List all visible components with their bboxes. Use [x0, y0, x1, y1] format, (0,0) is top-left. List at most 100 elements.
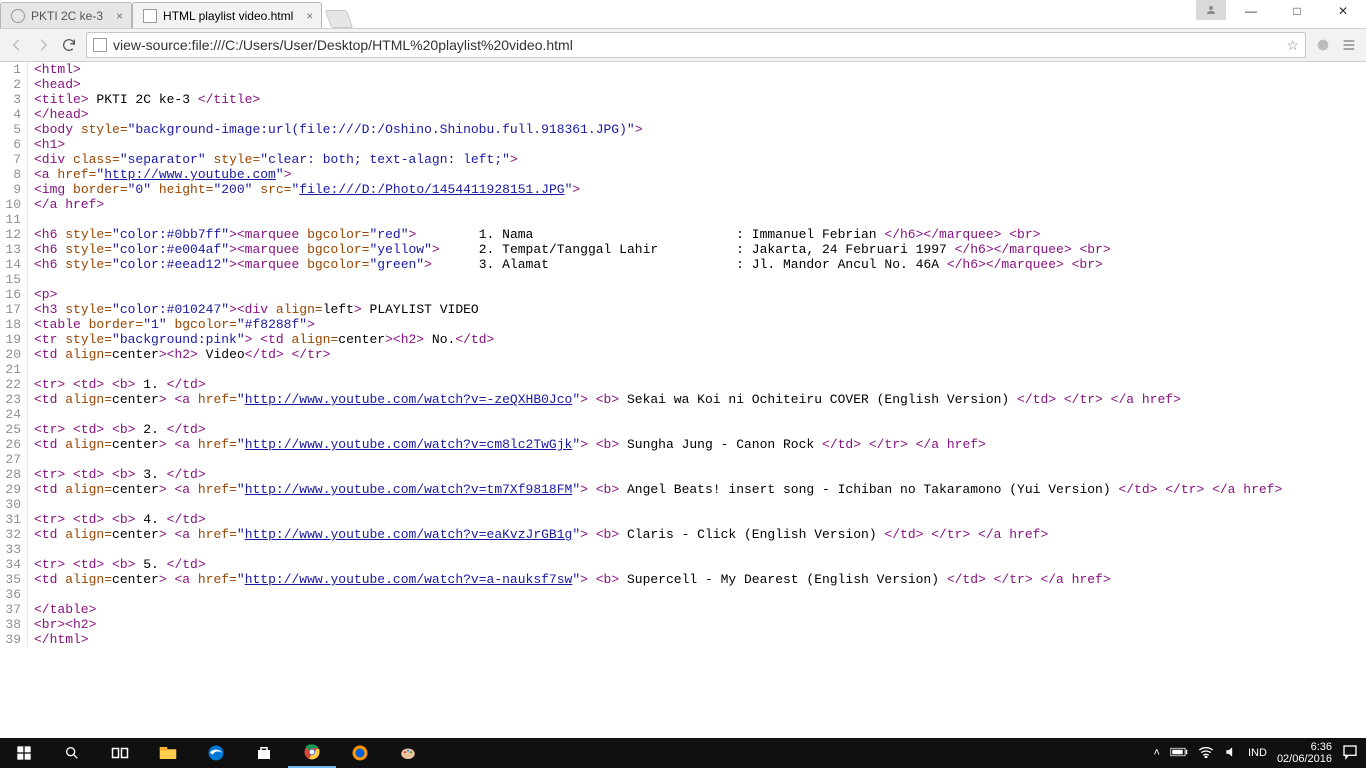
line-code[interactable]: <title> PKTI 2C ke-3 </title>: [28, 92, 260, 107]
source-line: 3<title> PKTI 2C ke-3 </title>: [0, 92, 1366, 107]
source-link[interactable]: file:///D:/Photo/1454411928151.JPG: [299, 182, 564, 197]
tab-inactive[interactable]: PKTI 2C ke-3 ×: [0, 2, 132, 28]
minimize-button[interactable]: —: [1228, 0, 1274, 22]
line-code[interactable]: [28, 497, 34, 512]
tray-up-icon[interactable]: ˄: [1154, 747, 1160, 759]
source-line: 20<td align=center><h2> Video</td> </tr>: [0, 347, 1366, 362]
line-number: 28: [0, 467, 28, 482]
line-code[interactable]: <h1>: [28, 137, 65, 152]
firefox-icon[interactable]: [336, 738, 384, 768]
action-center-icon[interactable]: [1342, 744, 1358, 763]
line-code[interactable]: <a href="http://www.youtube.com">: [28, 167, 292, 182]
edge-icon[interactable]: [192, 738, 240, 768]
line-code[interactable]: [28, 362, 34, 377]
task-view-icon[interactable]: [96, 738, 144, 768]
source-line: 1<html>: [0, 62, 1366, 77]
line-code[interactable]: <body style="background-image:url(file:/…: [28, 122, 643, 137]
window-controls: — □ ✕: [1196, 0, 1366, 22]
source-link[interactable]: http://www.youtube.com: [104, 167, 276, 182]
line-number: 11: [0, 212, 28, 227]
profile-button[interactable]: [1196, 0, 1226, 20]
close-button[interactable]: ✕: [1320, 0, 1366, 22]
chrome-icon[interactable]: [288, 738, 336, 768]
back-button[interactable]: [8, 36, 26, 54]
source-line: 26<td align=center> <a href="http://www.…: [0, 437, 1366, 452]
bookmark-icon[interactable]: ☆: [1286, 37, 1299, 54]
line-code[interactable]: </a href>: [28, 197, 104, 212]
source-line: 13<h6 style="color:#e004af"><marquee bgc…: [0, 242, 1366, 257]
start-button[interactable]: [0, 738, 48, 768]
store-icon[interactable]: [240, 738, 288, 768]
system-tray[interactable]: ˄ IND 6:36 02/06/2016: [1154, 741, 1366, 765]
line-number: 15: [0, 272, 28, 287]
tab-close-icon[interactable]: ×: [306, 9, 313, 23]
line-number: 6: [0, 137, 28, 152]
line-code[interactable]: <html>: [28, 62, 81, 77]
menu-icon[interactable]: [1340, 36, 1358, 54]
line-number: 14: [0, 257, 28, 272]
line-code[interactable]: <h6 style="color:#0bb7ff"><marquee bgcol…: [28, 227, 1040, 242]
source-line: 15: [0, 272, 1366, 287]
source-link[interactable]: http://www.youtube.com/watch?v=cm8lc2TwG…: [245, 437, 573, 452]
tab-close-icon[interactable]: ×: [116, 9, 123, 23]
line-code[interactable]: [28, 212, 34, 227]
line-code[interactable]: <tr> <td> <b> 3. </td>: [28, 467, 206, 482]
source-link[interactable]: http://www.youtube.com/watch?v=eaKvzJrGB…: [245, 527, 573, 542]
line-number: 5: [0, 122, 28, 137]
line-code[interactable]: </html>: [28, 632, 89, 647]
language-indicator[interactable]: IND: [1248, 747, 1267, 759]
line-code[interactable]: <h6 style="color:#eead12"><marquee bgcol…: [28, 257, 1103, 272]
search-icon[interactable]: [48, 738, 96, 768]
file-icon: [93, 38, 107, 52]
tab-label: HTML playlist video.html: [163, 9, 293, 23]
line-code[interactable]: <td align=center> <a href="http://www.yo…: [28, 482, 1282, 497]
line-code[interactable]: <td align=center> <a href="http://www.yo…: [28, 392, 1181, 407]
battery-icon: [1170, 747, 1188, 760]
source-line: 21: [0, 362, 1366, 377]
line-code[interactable]: [28, 587, 34, 602]
line-code[interactable]: <tr> <td> <b> 5. </td>: [28, 557, 206, 572]
line-code[interactable]: <tr> <td> <b> 4. </td>: [28, 512, 206, 527]
titlebar: PKTI 2C ke-3 × HTML playlist video.html …: [0, 0, 1366, 28]
line-code[interactable]: <img border="0" height="200" src="file:/…: [28, 182, 580, 197]
line-number: 19: [0, 332, 28, 347]
paint-icon[interactable]: [384, 738, 432, 768]
address-bar[interactable]: view-source:file:///C:/Users/User/Deskto…: [86, 32, 1306, 58]
line-code[interactable]: <div class="separator" style="clear: bot…: [28, 152, 518, 167]
line-code[interactable]: </table>: [28, 602, 96, 617]
line-code[interactable]: <h6 style="color:#e004af"><marquee bgcol…: [28, 242, 1111, 257]
new-tab-button[interactable]: [325, 10, 354, 28]
forward-button[interactable]: [34, 36, 52, 54]
line-code[interactable]: <h3 style="color:#010247"><div align=lef…: [28, 302, 479, 317]
line-code[interactable]: [28, 452, 34, 467]
line-code[interactable]: [28, 407, 34, 422]
line-code[interactable]: <td align=center> <a href="http://www.yo…: [28, 572, 1111, 587]
taskbar: ˄ IND 6:36 02/06/2016: [0, 738, 1366, 768]
line-code[interactable]: <head>: [28, 77, 81, 92]
source-link[interactable]: http://www.youtube.com/watch?v=tm7Xf9818…: [245, 482, 573, 497]
clock[interactable]: 6:36 02/06/2016: [1277, 741, 1332, 765]
reload-button[interactable]: [60, 36, 78, 54]
line-number: 30: [0, 497, 28, 512]
extensions-icon[interactable]: [1314, 36, 1332, 54]
source-link[interactable]: http://www.youtube.com/watch?v=-zeQXHB0J…: [245, 392, 573, 407]
maximize-button[interactable]: □: [1274, 0, 1320, 22]
line-number: 21: [0, 362, 28, 377]
line-code[interactable]: </head>: [28, 107, 89, 122]
line-code[interactable]: <p>: [28, 287, 57, 302]
file-explorer-icon[interactable]: [144, 738, 192, 768]
line-code[interactable]: <tr> <td> <b> 2. </td>: [28, 422, 206, 437]
line-number: 17: [0, 302, 28, 317]
line-code[interactable]: <table border="1" bgcolor="#f8288f">: [28, 317, 315, 332]
source-viewport[interactable]: 1<html>2<head>3<title> PKTI 2C ke-3 </ti…: [0, 62, 1366, 738]
line-code[interactable]: <tr> <td> <b> 1. </td>: [28, 377, 206, 392]
line-code[interactable]: <td align=center><h2> Video</td> </tr>: [28, 347, 331, 362]
line-code[interactable]: <td align=center> <a href="http://www.yo…: [28, 527, 1048, 542]
source-link[interactable]: http://www.youtube.com/watch?v=a-nauksf7…: [245, 572, 573, 587]
line-code[interactable]: <br><h2>: [28, 617, 96, 632]
line-code[interactable]: [28, 272, 34, 287]
line-code[interactable]: <tr style="background:pink"> <td align=c…: [28, 332, 494, 347]
line-code[interactable]: [28, 542, 34, 557]
line-code[interactable]: <td align=center> <a href="http://www.yo…: [28, 437, 986, 452]
tab-active[interactable]: HTML playlist video.html ×: [132, 2, 322, 28]
